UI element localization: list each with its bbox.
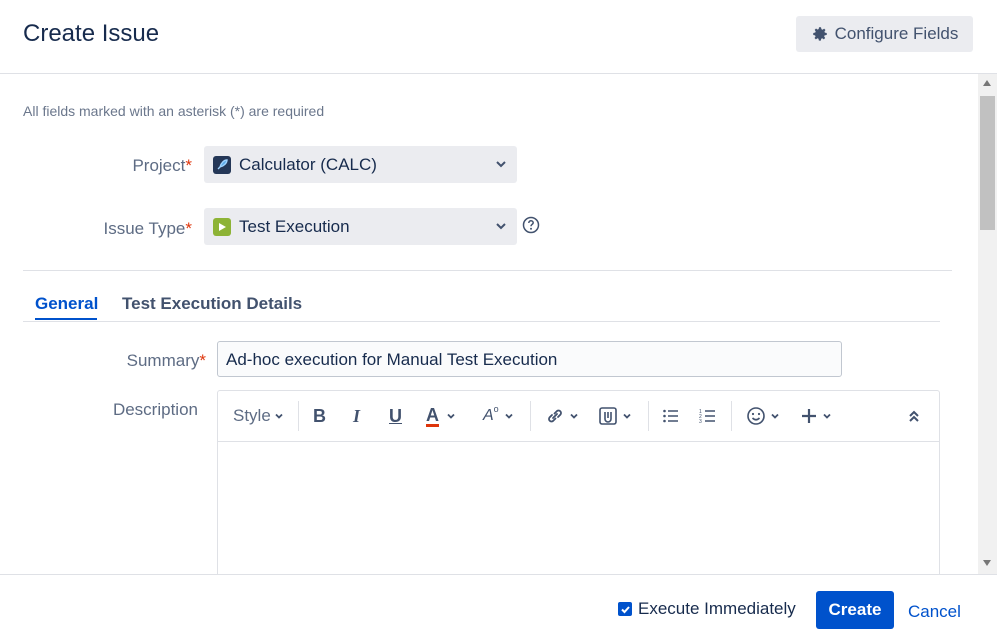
- scroll-up-arrow-icon[interactable]: [983, 80, 991, 86]
- project-select[interactable]: Calculator (CALC): [204, 146, 517, 183]
- svg-text:3: 3: [699, 419, 702, 424]
- configure-fields-button[interactable]: Configure Fields: [796, 16, 973, 52]
- text-color-icon[interactable]: A: [426, 404, 457, 428]
- scroll-down-arrow-icon[interactable]: [983, 560, 991, 566]
- execute-immediately-option[interactable]: Execute Immediately: [618, 599, 796, 619]
- required-asterisk: *: [199, 351, 206, 370]
- chevron-down-icon: [496, 223, 506, 230]
- style-label: Style: [233, 406, 271, 425]
- insert-plus-icon[interactable]: [800, 404, 833, 428]
- checkmark-icon: [620, 605, 630, 613]
- active-tab-indicator: [35, 318, 97, 320]
- section-divider: [23, 270, 952, 271]
- required-fields-note: All fields marked with an asterisk (*) a…: [23, 103, 325, 119]
- toolbar-separator: [298, 401, 299, 431]
- italic-icon[interactable]: I: [353, 404, 360, 428]
- project-label: Project*: [80, 156, 192, 176]
- toolbar-separator: [648, 401, 649, 431]
- execute-immediately-checkbox[interactable]: [618, 602, 632, 616]
- dialog-footer: Execute Immediately Create Cancel: [0, 574, 997, 638]
- style-dropdown[interactable]: Style: [233, 404, 285, 428]
- issue-type-label-text: Issue Type: [103, 219, 186, 238]
- link-icon[interactable]: [545, 404, 580, 428]
- required-asterisk: *: [185, 219, 192, 238]
- summary-label: Summary*: [90, 351, 206, 371]
- chevron-down-icon: [496, 161, 506, 168]
- rocket-icon: [213, 155, 231, 174]
- gear-icon: [812, 27, 827, 41]
- issue-type-value: Test Execution: [239, 216, 350, 236]
- create-button[interactable]: Create: [816, 591, 894, 629]
- project-label-text: Project: [132, 156, 186, 175]
- underline-icon[interactable]: U: [389, 404, 402, 428]
- text-format-icon[interactable]: Ao: [483, 404, 515, 428]
- configure-fields-label: Configure Fields: [834, 24, 959, 43]
- execute-immediately-label: Execute Immediately: [638, 599, 796, 618]
- toolbar-separator: [530, 401, 531, 431]
- scroll-thumb[interactable]: [980, 96, 995, 230]
- required-asterisk: *: [185, 156, 192, 175]
- tab-general[interactable]: General: [35, 294, 98, 314]
- attachment-icon[interactable]: [598, 404, 633, 428]
- summary-label-text: Summary: [126, 351, 200, 370]
- emoji-icon[interactable]: [746, 404, 781, 428]
- bold-icon[interactable]: B: [313, 404, 326, 428]
- editor-toolbar: Style B I U A Ao 1 2 3: [218, 391, 939, 442]
- description-editor[interactable]: Style B I U A Ao 1 2 3: [217, 390, 940, 574]
- project-value: Calculator (CALC): [239, 154, 377, 174]
- numbered-list-icon[interactable]: 123: [699, 404, 717, 428]
- dialog-title: Create Issue: [23, 20, 160, 47]
- description-label: Description: [112, 400, 198, 419]
- cancel-link[interactable]: Cancel: [908, 602, 961, 622]
- collapse-icon[interactable]: [907, 404, 921, 428]
- chevron-down-icon: [275, 413, 283, 419]
- help-icon[interactable]: [522, 216, 540, 234]
- content-scrollbar[interactable]: [978, 74, 997, 574]
- bullet-list-icon[interactable]: [662, 404, 680, 428]
- issue-type-label: Issue Type*: [80, 219, 192, 239]
- issue-type-select[interactable]: Test Execution: [204, 208, 517, 245]
- tab-bar: General Test Execution Details: [23, 283, 940, 322]
- play-icon: [213, 217, 231, 236]
- summary-input[interactable]: Ad-hoc execution for Manual Test Executi…: [217, 341, 842, 377]
- tab-test-execution-details[interactable]: Test Execution Details: [122, 294, 302, 314]
- dialog-content: All fields marked with an asterisk (*) a…: [0, 74, 978, 574]
- dialog-header: Create Issue Configure Fields: [0, 0, 997, 74]
- toolbar-separator: [731, 401, 732, 431]
